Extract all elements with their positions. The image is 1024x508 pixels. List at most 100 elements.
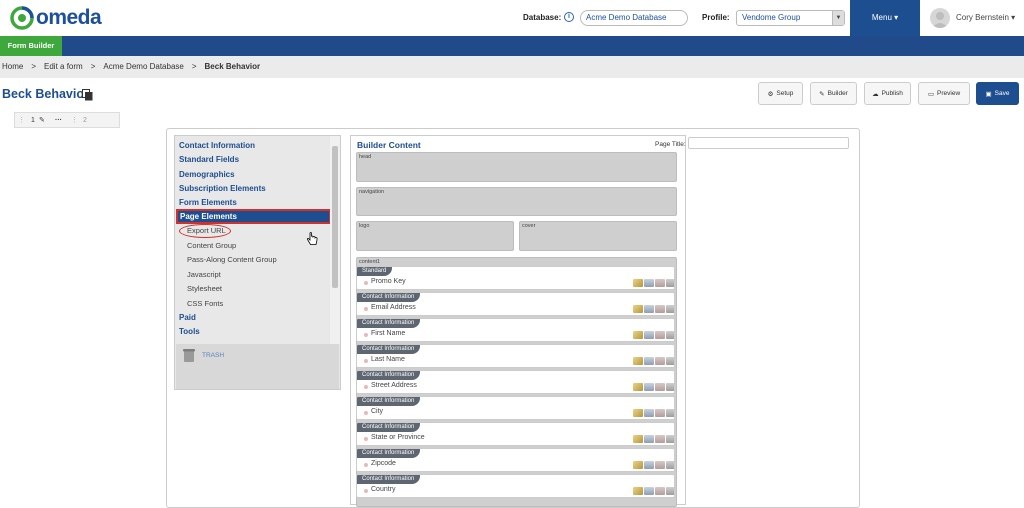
avatar[interactable]: [930, 8, 950, 28]
field-category-tag: Contact Information: [357, 449, 421, 458]
remove-icon[interactable]: [666, 331, 674, 339]
tab-page-1[interactable]: 1: [31, 115, 35, 127]
preview-button[interactable]: ▭ Preview: [918, 82, 970, 105]
edit-icon[interactable]: [633, 383, 643, 391]
form-field-row[interactable]: Contact Information Country: [356, 474, 675, 498]
move-up-icon[interactable]: [644, 331, 654, 339]
copy-field-icon[interactable]: [655, 331, 665, 339]
copy-field-icon[interactable]: [655, 305, 665, 313]
breadcrumb-home[interactable]: Home: [2, 62, 23, 71]
form-field-row[interactable]: Contact Information First Name: [356, 318, 675, 342]
copy-field-icon[interactable]: [655, 435, 665, 443]
move-up-icon[interactable]: [644, 461, 654, 469]
element-javascript[interactable]: Javascript: [187, 270, 221, 279]
remove-icon[interactable]: [666, 487, 674, 495]
publish-button[interactable]: ☁ Publish: [864, 82, 911, 105]
user-menu[interactable]: Cory Bernstein ▾: [956, 13, 1015, 22]
edit-icon[interactable]: [633, 305, 643, 313]
edit-icon[interactable]: [633, 409, 643, 417]
more-icon[interactable]: ···: [55, 115, 62, 127]
save-button[interactable]: ▣ Save: [976, 82, 1019, 105]
profile-select[interactable]: Vendome Group ▼: [736, 10, 845, 26]
form-field-row[interactable]: Standard Promo Key: [356, 266, 675, 290]
edit-icon[interactable]: [633, 487, 643, 495]
element-pass-along-content-group[interactable]: Pass-Along Content Group: [187, 255, 277, 264]
element-stylesheet[interactable]: Stylesheet: [187, 284, 222, 293]
category-subscription-elements[interactable]: Subscription Elements: [179, 184, 266, 193]
edit-icon[interactable]: [633, 461, 643, 469]
form-field-row[interactable]: Contact Information City: [356, 396, 675, 420]
tab-page-2[interactable]: 2: [83, 115, 87, 127]
scrollbar-thumb[interactable]: [332, 146, 338, 288]
move-up-icon[interactable]: [644, 409, 654, 417]
page-title-input[interactable]: [688, 137, 849, 149]
field-actions: [633, 383, 674, 391]
copy-field-icon[interactable]: [655, 357, 665, 365]
copy-icon[interactable]: [82, 89, 93, 101]
remove-icon[interactable]: [666, 279, 674, 287]
remove-icon[interactable]: [666, 435, 674, 443]
drag-handle-icon[interactable]: ⋮: [71, 115, 78, 127]
remove-icon[interactable]: [666, 461, 674, 469]
move-up-icon[interactable]: [644, 305, 654, 313]
field-bullet-icon: [364, 385, 368, 389]
form-field-row[interactable]: Contact Information Email Address: [356, 292, 675, 316]
breadcrumb-database[interactable]: Acme Demo Database: [103, 62, 183, 71]
category-demographics[interactable]: Demographics: [179, 170, 235, 179]
menu-button[interactable]: Menu ▾: [850, 0, 920, 36]
hand-cursor-icon: [306, 232, 318, 245]
pencil-icon[interactable]: ✎: [39, 115, 45, 127]
info-icon[interactable]: i: [564, 12, 574, 22]
zone-head[interactable]: head: [356, 152, 677, 182]
edit-icon[interactable]: [633, 435, 643, 443]
edit-icon[interactable]: [633, 331, 643, 339]
trash-drop-zone[interactable]: TRASH: [176, 344, 339, 389]
copy-field-icon[interactable]: [655, 409, 665, 417]
zone-logo[interactable]: logo: [356, 221, 514, 251]
edit-icon[interactable]: [633, 357, 643, 365]
move-up-icon[interactable]: [644, 357, 654, 365]
remove-icon[interactable]: [666, 305, 674, 313]
copy-field-icon[interactable]: [655, 487, 665, 495]
zone-navigation[interactable]: navigation: [356, 187, 677, 216]
breadcrumb-edit-form[interactable]: Edit a form: [44, 62, 83, 71]
form-field-row[interactable]: Contact Information Street Address: [356, 370, 675, 394]
copy-field-icon[interactable]: [655, 279, 665, 287]
form-field-row[interactable]: Contact Information State or Province: [356, 422, 675, 446]
edit-icon[interactable]: [633, 279, 643, 287]
remove-icon[interactable]: [666, 383, 674, 391]
move-up-icon[interactable]: [644, 383, 654, 391]
copy-field-icon[interactable]: [655, 383, 665, 391]
monitor-icon: ▭: [927, 90, 935, 98]
logo-text: omeda: [36, 6, 102, 29]
form-field-row[interactable]: Contact Information Zipcode: [356, 448, 675, 472]
wand-icon: ✎: [819, 90, 825, 98]
breadcrumb-separator: >: [31, 62, 37, 71]
copy-field-icon[interactable]: [655, 461, 665, 469]
category-contact-information[interactable]: Contact Information: [179, 141, 255, 150]
field-category-tag: Standard: [357, 267, 393, 276]
remove-icon[interactable]: [666, 357, 674, 365]
setup-button[interactable]: ⚙ Setup: [758, 82, 803, 105]
move-up-icon[interactable]: [644, 279, 654, 287]
move-up-icon[interactable]: [644, 487, 654, 495]
panel-scrollbar[interactable]: [330, 136, 340, 344]
zone-cover[interactable]: cover: [519, 221, 677, 251]
category-paid[interactable]: Paid: [179, 313, 196, 322]
database-input[interactable]: Acme Demo Database: [580, 10, 688, 26]
category-form-elements[interactable]: Form Elements: [179, 198, 237, 207]
category-tools[interactable]: Tools: [179, 327, 200, 336]
element-css-fonts[interactable]: CSS Fonts: [187, 299, 223, 308]
move-up-icon[interactable]: [644, 435, 654, 443]
zone-head-label: head: [359, 154, 372, 160]
element-export-url[interactable]: Export URL: [187, 226, 226, 235]
remove-icon[interactable]: [666, 409, 674, 417]
tab-form-builder[interactable]: Form Builder: [0, 36, 62, 56]
category-standard-fields[interactable]: Standard Fields: [179, 155, 239, 164]
drag-handle-icon[interactable]: ⋮: [18, 115, 25, 127]
builder-button[interactable]: ✎ Builder: [810, 82, 857, 105]
form-field-row[interactable]: Contact Information Last Name: [356, 344, 675, 368]
element-content-group[interactable]: Content Group: [187, 241, 236, 250]
category-page-elements[interactable]: Page Elements: [176, 209, 331, 224]
omeda-logo[interactable]: omeda: [10, 5, 102, 31]
